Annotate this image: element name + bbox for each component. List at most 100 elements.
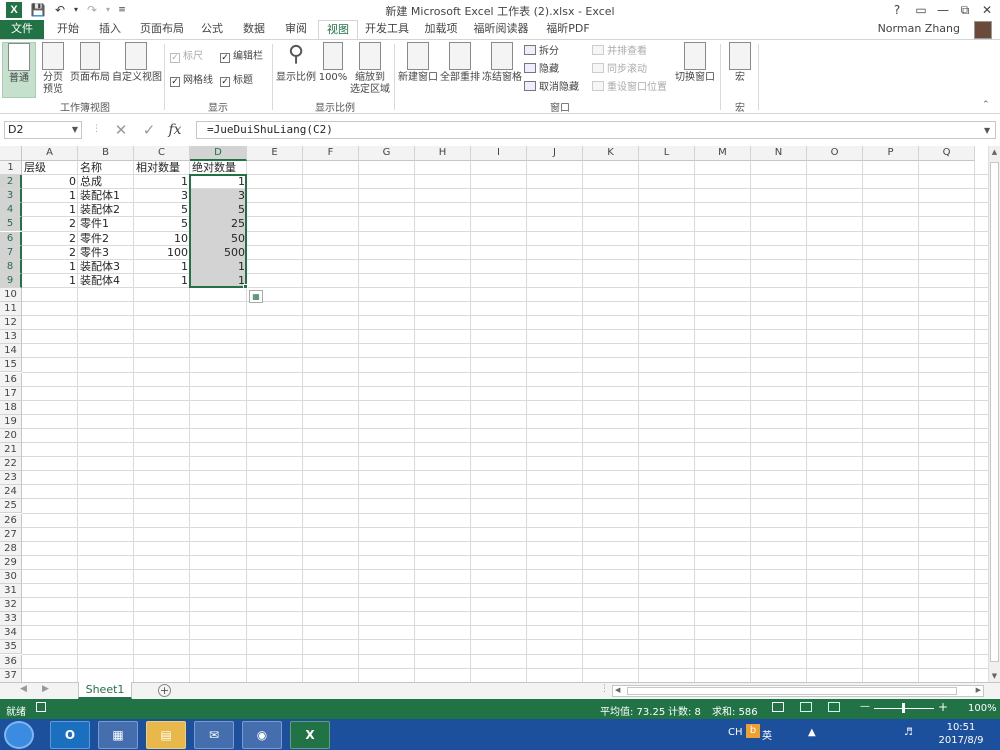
tab-split-grip-icon[interactable]: ⋮ xyxy=(600,684,609,694)
header-cell-d[interactable]: 绝对数量 xyxy=(190,161,247,175)
row-header-5[interactable]: 5 xyxy=(0,217,22,232)
sheet-prev-icon[interactable]: ◀ xyxy=(20,684,27,694)
cell-name[interactable]: 零件3 xyxy=(78,246,134,260)
tab-developer[interactable]: 开发工具 xyxy=(362,20,412,39)
bing-icon[interactable]: b xyxy=(746,724,760,738)
cell-relative-qty[interactable]: 10 xyxy=(134,232,190,246)
column-header-p[interactable]: P xyxy=(863,146,919,161)
row-header-34[interactable]: 34 xyxy=(0,626,22,641)
zoom-to-selection-button[interactable]: 缩放到 选定区域 xyxy=(350,42,390,96)
row-header-6[interactable]: 6 xyxy=(0,231,22,246)
scroll-up-icon[interactable]: ▲ xyxy=(989,146,1000,158)
column-header-q[interactable]: Q xyxy=(919,146,975,161)
cell-name[interactable]: 零件2 xyxy=(78,232,134,246)
column-header-j[interactable]: J xyxy=(527,146,583,161)
fill-handle[interactable] xyxy=(243,283,248,289)
row-header-3[interactable]: 3 xyxy=(0,189,22,204)
formula-bar-checkbox[interactable]: ✓ 编辑栏 xyxy=(220,49,263,64)
insert-function-button[interactable]: fx xyxy=(166,120,184,140)
page-layout-view-button[interactable]: 页面布局 xyxy=(70,42,110,84)
vertical-scrollbar[interactable]: ▲ ▼ xyxy=(988,146,1000,682)
row-header-32[interactable]: 32 xyxy=(0,598,22,613)
scroll-left-icon[interactable]: ◀ xyxy=(615,686,620,694)
row-header-13[interactable]: 13 xyxy=(0,330,22,345)
row-header-24[interactable]: 24 xyxy=(0,485,22,500)
zoom-button[interactable]: ⚲ 显示比例 xyxy=(276,42,316,84)
chrome-icon[interactable]: ◉ xyxy=(242,721,282,749)
column-header-h[interactable]: H xyxy=(415,146,471,161)
row-header-17[interactable]: 17 xyxy=(0,386,22,401)
clock[interactable]: 10:51 2017/8/9 xyxy=(936,721,986,747)
minimize-button[interactable]: — xyxy=(932,0,954,20)
file-explorer-icon[interactable]: ▤ xyxy=(146,721,186,749)
cell-level[interactable]: 2 xyxy=(22,246,78,260)
tab-data[interactable]: 数据 xyxy=(236,20,272,39)
gridlines-checkbox[interactable]: ✓ 网格线 xyxy=(170,73,213,88)
tab-review[interactable]: 审阅 xyxy=(278,20,314,39)
help-button[interactable]: ? xyxy=(886,0,908,20)
tab-page-layout[interactable]: 页面布局 xyxy=(136,20,188,39)
tab-home[interactable]: 开始 xyxy=(50,20,86,39)
row-header-20[interactable]: 20 xyxy=(0,428,22,443)
column-header-c[interactable]: C xyxy=(134,146,190,161)
row-header-26[interactable]: 26 xyxy=(0,513,22,528)
row-header-21[interactable]: 21 xyxy=(0,443,22,458)
row-header-36[interactable]: 36 xyxy=(0,654,22,669)
row-header-25[interactable]: 25 xyxy=(0,499,22,514)
cell-level[interactable]: 2 xyxy=(22,232,78,246)
column-header-b[interactable]: B xyxy=(78,146,134,161)
worksheet-grid[interactable]: ABCDEFGHIJKLMNOPQ 1 2 3 4 5 6 7 8 9 10 11 12 13 14 15 1… xyxy=(0,146,988,682)
row-header-37[interactable]: 37 xyxy=(0,668,22,682)
cell-relative-qty[interactable]: 1 xyxy=(134,274,190,288)
cell-level[interactable]: 0 xyxy=(22,175,78,189)
row-header-22[interactable]: 22 xyxy=(0,457,22,472)
switch-windows-button[interactable]: 切换窗口 xyxy=(674,42,716,84)
column-header-e[interactable]: E xyxy=(247,146,303,161)
row-header-18[interactable]: 18 xyxy=(0,400,22,415)
tab-insert[interactable]: 插入 xyxy=(92,20,128,39)
row-header-2[interactable]: 2 xyxy=(0,175,22,190)
autofill-options-icon[interactable]: ▦ xyxy=(249,289,263,303)
tab-addins[interactable]: 加载项 xyxy=(420,20,462,39)
new-window-button[interactable]: 新建窗口 xyxy=(398,42,438,84)
row-header-9[interactable]: 9 xyxy=(0,273,22,288)
zoom-slider-thumb[interactable] xyxy=(902,703,905,713)
chevron-down-icon[interactable]: ▼ xyxy=(72,122,78,138)
ribbon-display-icon[interactable]: ▭ xyxy=(910,0,932,20)
select-all-button[interactable] xyxy=(0,146,22,161)
cell-relative-qty[interactable]: 1 xyxy=(134,175,190,189)
zoom-in-icon[interactable]: + xyxy=(938,700,948,714)
header-cell-b[interactable]: 名称 xyxy=(78,161,134,175)
column-header-l[interactable]: L xyxy=(639,146,695,161)
cell-name[interactable]: 总成 xyxy=(78,175,134,189)
cell-name[interactable]: 装配体1 xyxy=(78,189,134,203)
expand-formula-bar-icon[interactable]: ▼ xyxy=(984,126,990,135)
cell-name[interactable]: 装配体2 xyxy=(78,203,134,217)
column-header-o[interactable]: O xyxy=(807,146,863,161)
zoom-100-button[interactable]: 100% xyxy=(318,42,348,84)
row-header-4[interactable]: 4 xyxy=(0,203,22,218)
header-cell-c[interactable]: 相对数量 xyxy=(134,161,190,175)
header-cell-a[interactable]: 层级 xyxy=(22,161,78,175)
view-side-by-side-button[interactable]: 并排查看 xyxy=(592,44,647,59)
page-layout-view-icon[interactable] xyxy=(800,702,812,712)
volume-icon[interactable]: ♬ xyxy=(904,727,913,738)
headings-checkbox[interactable]: ✓ 标题 xyxy=(220,73,253,88)
column-header-f[interactable]: F xyxy=(303,146,359,161)
cell-level[interactable]: 1 xyxy=(22,274,78,288)
custom-views-button[interactable]: 自定义视图 xyxy=(112,42,162,84)
row-header-8[interactable]: 8 xyxy=(0,259,22,274)
excel-taskbar-icon[interactable]: X xyxy=(290,721,330,749)
row-header-7[interactable]: 7 xyxy=(0,245,22,260)
tab-file[interactable]: 文件 xyxy=(0,20,44,39)
name-box[interactable]: D2 ▼ xyxy=(4,121,82,139)
scroll-down-icon[interactable]: ▼ xyxy=(989,670,1000,682)
row-header-31[interactable]: 31 xyxy=(0,584,22,599)
row-header-28[interactable]: 28 xyxy=(0,541,22,556)
column-header-d[interactable]: D xyxy=(190,146,247,161)
status-zoom[interactable]: 100% xyxy=(968,703,997,714)
enter-icon[interactable]: ✓ xyxy=(140,120,158,140)
row-header-15[interactable]: 15 xyxy=(0,358,22,373)
row-header-19[interactable]: 19 xyxy=(0,414,22,429)
row-header-27[interactable]: 27 xyxy=(0,527,22,542)
